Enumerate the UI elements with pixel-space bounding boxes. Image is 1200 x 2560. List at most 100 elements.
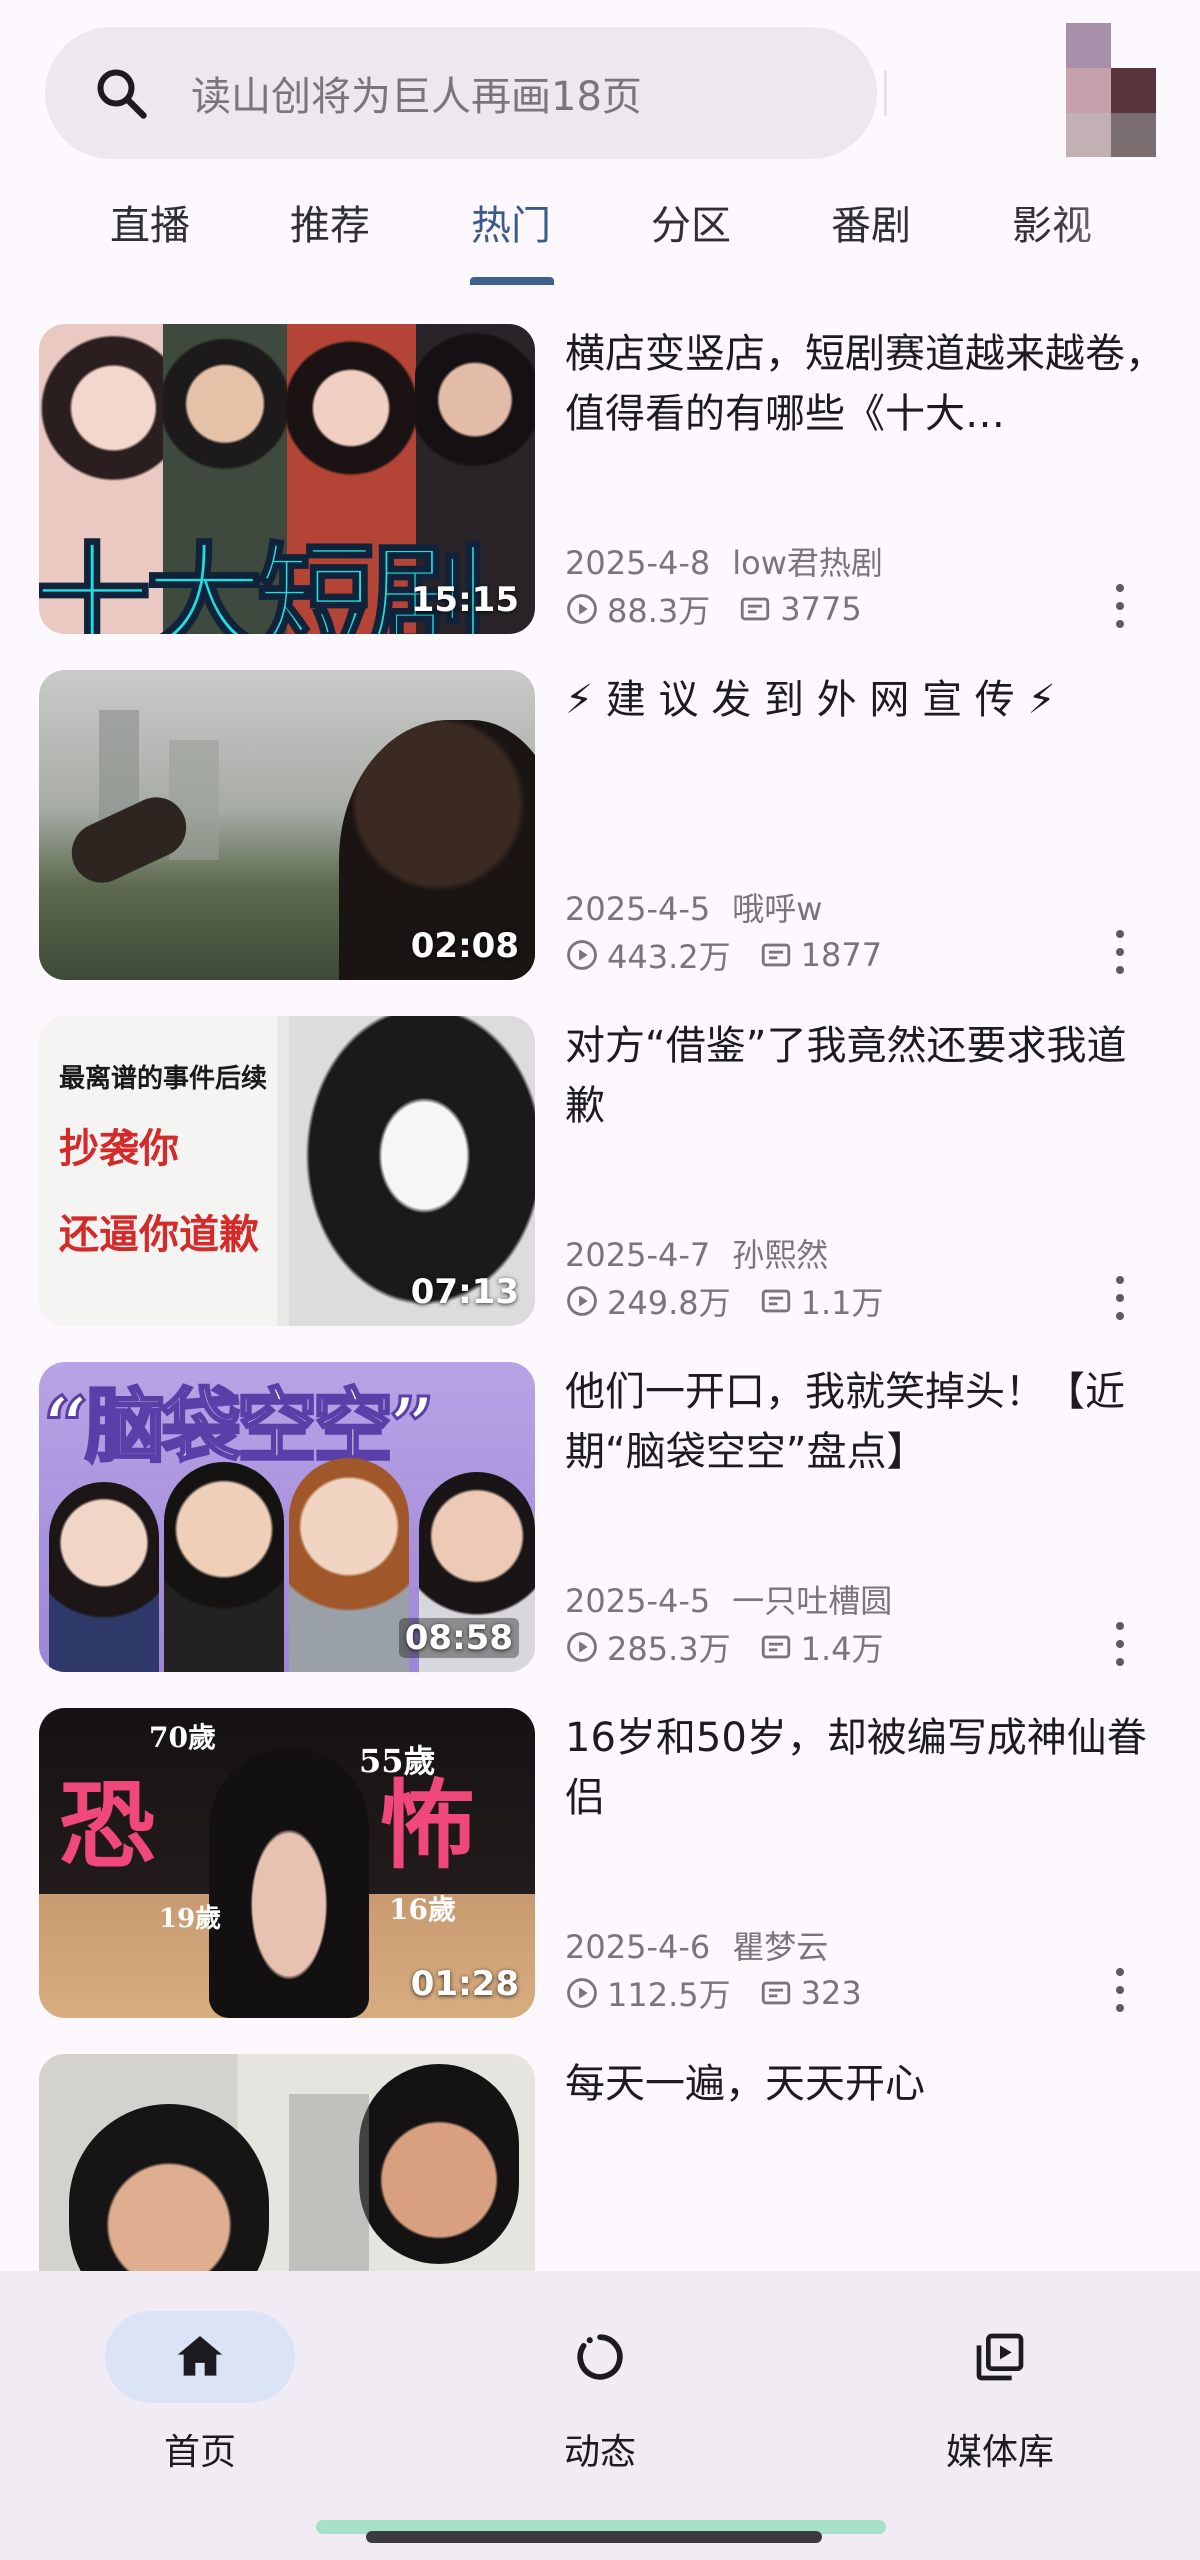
tab-recommend[interactable]: 推荐	[240, 176, 420, 276]
library-icon	[976, 2333, 1024, 2381]
play-count-icon	[567, 1978, 597, 2008]
video-date: 2025-4-5	[565, 890, 711, 928]
video-meta: 2025-4-5 哦呼w	[565, 884, 822, 930]
tab-active-indicator	[470, 277, 554, 285]
nav-activity-label: 动态	[563, 2432, 636, 2473]
tab-category[interactable]: 分区	[601, 176, 781, 276]
search-divider	[884, 70, 887, 116]
play-count-icon	[567, 1286, 597, 1316]
video-duration: 01:28	[410, 1964, 519, 2004]
activity-icon	[577, 2334, 623, 2380]
video-title[interactable]: 每天一遍，天天开心	[565, 2054, 1165, 2114]
gesture-handle[interactable]	[366, 2531, 822, 2543]
more-options-icon[interactable]	[1100, 584, 1140, 628]
danmaku-count: 1.1万	[800, 1284, 884, 1322]
thumbnail-caption-6: 16歲	[389, 1893, 456, 1926]
video-thumbnail[interactable]: 02:08	[39, 670, 535, 980]
play-count-icon	[567, 594, 597, 624]
video-title[interactable]: ⚡ 建 议 发 到 外 网 宣 传 ⚡	[565, 670, 1165, 730]
video-meta: 2025-4-5 一只吐槽圆	[565, 1576, 892, 1622]
category-tabs: 直播 推荐 热门 分区 番剧 影视	[0, 176, 1200, 286]
danmaku-count: 3775	[780, 590, 862, 628]
video-list[interactable]: 十大短剧 15:15 横店变竖店，短剧赛道越来越卷，值得看的有哪些《十大… 20…	[0, 316, 1200, 2271]
app-root: 读山创将为巨人再画18页 直播 推荐 热门 分区 番剧 影视 十大短剧 15:1…	[0, 0, 1200, 2560]
video-meta: 2025-4-8 low君热剧	[565, 538, 883, 584]
nav-home[interactable]: 首页	[80, 2311, 320, 2475]
video-item[interactable]: 02:08 ⚡ 建 议 发 到 外 网 宣 传 ⚡ 2025-4-5 哦呼w 44…	[0, 662, 1200, 1008]
more-options-icon[interactable]	[1100, 1968, 1140, 2012]
nav-home-pill[interactable]	[105, 2311, 295, 2403]
thumbnail-caption-3: 还逼你道歉	[59, 1211, 259, 1258]
play-count-icon	[567, 1632, 597, 1662]
tab-anime[interactable]: 番剧	[781, 176, 961, 276]
search-bar[interactable]: 读山创将为巨人再画18页	[45, 27, 877, 159]
video-meta: 2025-4-7 孙熙然	[565, 1230, 828, 1276]
danmaku-count: 1.4万	[800, 1630, 884, 1668]
video-duration: 02:08	[410, 926, 519, 966]
thumbnail-caption: “脑袋空空”	[41, 1378, 436, 1475]
video-duration: 08:58	[398, 1618, 519, 1658]
video-item[interactable]: 恐 怖 70歲 55歲 19歲 16歲 01:28 16岁和50岁，却被编写成神…	[0, 1700, 1200, 2046]
video-item[interactable]: 最离谱的事件后续 抄袭你 还逼你道歉 07:13 对方“借鉴”了我竟然还要求我道…	[0, 1008, 1200, 1354]
video-title[interactable]: 16岁和50岁，却被编写成神仙眷侣	[565, 1708, 1165, 1828]
video-date: 2025-4-6	[565, 1928, 711, 1966]
play-count-icon	[567, 940, 597, 970]
video-item[interactable]: 十大短剧 15:15 横店变竖店，短剧赛道越来越卷，值得看的有哪些《十大… 20…	[0, 316, 1200, 662]
video-thumbnail[interactable]: “脑袋空空” 08:58	[39, 1362, 535, 1672]
video-duration: 15:15	[410, 580, 519, 620]
thumbnail-caption-4: 55歲	[359, 1742, 436, 1780]
view-count: 285.3万	[607, 1630, 731, 1668]
more-options-icon[interactable]	[1100, 1276, 1140, 1320]
video-thumbnail[interactable]: 十大短剧 15:15	[39, 324, 535, 634]
video-author[interactable]: 哦呼w	[732, 890, 822, 928]
danmaku-icon	[761, 1981, 790, 2005]
thumbnail-caption-3: 70歲	[149, 1721, 216, 1754]
video-item[interactable]: 每天一遍，天天开心	[0, 2046, 1200, 2271]
video-stats: 249.8万 1.1万	[565, 1278, 884, 1324]
avatar[interactable]	[1066, 23, 1156, 157]
tabs-fade	[1050, 176, 1200, 286]
video-author[interactable]: 瞿梦云	[732, 1928, 828, 1966]
nav-activity-pill[interactable]	[505, 2311, 695, 2403]
view-count: 88.3万	[607, 592, 711, 630]
video-date: 2025-4-5	[565, 1582, 711, 1620]
danmaku-icon	[761, 1289, 790, 1313]
danmaku-icon	[741, 597, 770, 621]
view-count: 249.8万	[607, 1284, 731, 1322]
nav-home-label: 首页	[163, 2432, 236, 2473]
video-stats: 112.5万 323	[565, 1970, 862, 2016]
tab-hot[interactable]: 热门	[421, 176, 601, 276]
thumbnail-caption: 恐	[59, 1769, 155, 1882]
nav-library[interactable]: 媒体库	[880, 2311, 1120, 2475]
search-placeholder: 读山创将为巨人再画18页	[191, 74, 642, 120]
video-stats: 443.2万 1877	[565, 932, 882, 978]
video-date: 2025-4-7	[565, 1236, 711, 1274]
danmaku-count: 323	[800, 1974, 862, 2012]
nav-activity[interactable]: 动态	[480, 2311, 720, 2475]
view-count: 112.5万	[607, 1976, 731, 2014]
video-item[interactable]: “脑袋空空” 08:58 他们一开口，我就笑掉头！【近期“脑袋空空”盘点】 20…	[0, 1354, 1200, 1700]
video-title[interactable]: 对方“借鉴”了我竟然还要求我道歉	[565, 1016, 1165, 1136]
danmaku-icon	[761, 943, 790, 967]
video-thumbnail[interactable]: 恐 怖 70歲 55歲 19歲 16歲 01:28	[39, 1708, 535, 2018]
danmaku-icon	[761, 1635, 790, 1659]
home-icon	[177, 2336, 223, 2376]
tab-live[interactable]: 直播	[60, 176, 240, 276]
video-thumbnail[interactable]: 最离谱的事件后续 抄袭你 还逼你道歉 07:13	[39, 1016, 535, 1326]
video-author[interactable]: 孙熙然	[732, 1236, 828, 1274]
search-icon	[97, 69, 147, 119]
more-options-icon[interactable]	[1100, 1622, 1140, 1666]
nav-library-label: 媒体库	[945, 2432, 1054, 2473]
video-title[interactable]: 横店变竖店，短剧赛道越来越卷，值得看的有哪些《十大…	[565, 324, 1165, 444]
video-meta: 2025-4-6 瞿梦云	[565, 1922, 828, 1968]
video-thumbnail[interactable]	[39, 2054, 535, 2271]
video-author[interactable]: low君热剧	[732, 544, 883, 582]
video-author[interactable]: 一只吐槽圆	[732, 1582, 892, 1620]
danmaku-count: 1877	[800, 936, 883, 974]
video-title[interactable]: 他们一开口，我就笑掉头！【近期“脑袋空空”盘点】	[565, 1362, 1165, 1482]
thumbnail-caption-5: 19歲	[159, 1904, 222, 1934]
nav-library-pill[interactable]	[905, 2311, 1095, 2403]
view-count: 443.2万	[607, 938, 731, 976]
thumbnail-caption-2: 抄袭你	[59, 1125, 179, 1172]
more-options-icon[interactable]	[1100, 930, 1140, 974]
